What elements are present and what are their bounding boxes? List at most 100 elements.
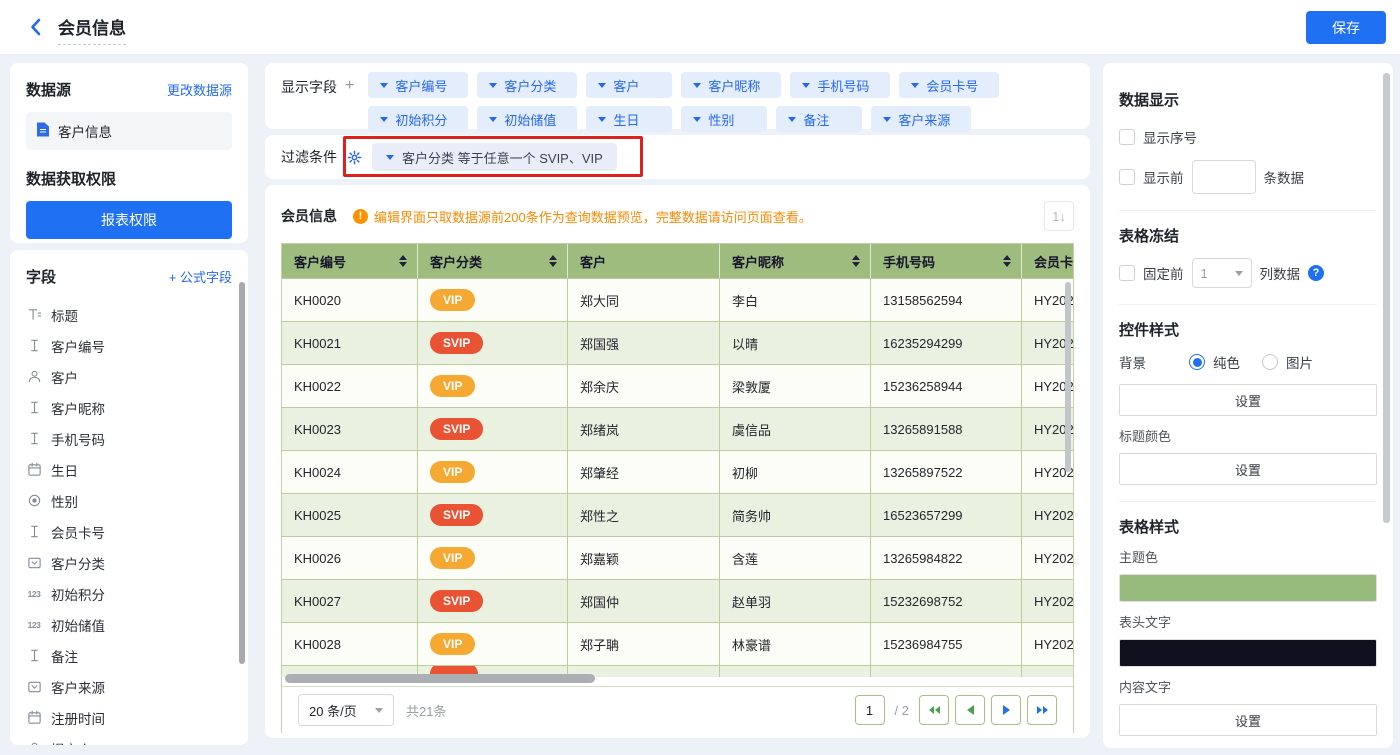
table-viewport: 客户编号 客户分类 客户 客户昵称 手机号码 会员卡号 KH0020 VIP 郑…	[282, 244, 1073, 686]
preview-notice: ! 编辑界面只取数据源前200条作为查询数据预览，完整数据请访问页面查看。	[353, 207, 812, 226]
change-datasource-link[interactable]: 更改数据源	[167, 80, 232, 99]
person-icon	[26, 741, 42, 745]
chevron-down-icon	[375, 707, 383, 713]
notice-text: 编辑界面只取数据源前200条作为查询数据预览，完整数据请访问页面查看。	[374, 209, 812, 225]
chevron-down-icon	[883, 116, 892, 122]
table-title: 会员信息	[281, 208, 337, 224]
header-text-color-swatch[interactable]	[1119, 639, 1377, 667]
number-icon: 123	[27, 619, 41, 630]
field-item-customer-code[interactable]: 客户编号	[10, 330, 248, 361]
filter-condition-text: 客户分类 等于任意一个 SVIP、VIP	[402, 150, 603, 166]
content-text-set-button[interactable]: 设置	[1119, 704, 1377, 736]
settings-scrollbar[interactable]	[1383, 73, 1390, 523]
field-chip[interactable]: 客户编号	[368, 72, 469, 98]
field-chip[interactable]: 备注	[776, 106, 863, 132]
double-chevron-left-icon	[928, 706, 934, 714]
show-first-checkbox[interactable]	[1119, 169, 1135, 185]
warning-icon: !	[353, 208, 368, 224]
field-item-customer[interactable]: 客户	[10, 361, 248, 392]
total-count: 共21条	[406, 703, 447, 719]
field-chip[interactable]: 会员卡号	[899, 72, 1000, 98]
solid-color-radio[interactable]	[1189, 354, 1205, 370]
field-chip[interactable]: 客户分类	[477, 72, 578, 98]
show-first-count-input[interactable]	[1191, 160, 1256, 194]
freeze-suffix: 列数据	[1259, 267, 1301, 282]
sort-order-icon[interactable]: 1↓	[1044, 201, 1074, 231]
theme-color-swatch[interactable]	[1119, 574, 1377, 602]
page-size-select[interactable]: 20 条/页	[298, 694, 394, 726]
field-chip[interactable]: 客户	[586, 72, 673, 98]
field-item-initial-stored-value[interactable]: 123 初始储值	[10, 609, 248, 640]
column-header-customer-category[interactable]: 客户分类	[418, 244, 568, 278]
field-item-remark[interactable]: 备注	[10, 640, 248, 671]
field-item-customer-category[interactable]: 客户分类	[10, 547, 248, 578]
field-chip[interactable]: 初始积分	[368, 106, 469, 132]
field-chip[interactable]: 性别	[681, 106, 768, 132]
table-row: KH0022 VIP 郑余庆 梁敦厦 15236258944 HY2022	[282, 364, 1073, 407]
show-first-prefix: 显示前	[1143, 171, 1184, 186]
field-item-initial-points[interactable]: 123 初始积分	[10, 578, 248, 609]
freeze-column-count-select[interactable]: 1	[1191, 258, 1252, 288]
fields-panel: 字段 + 公式字段 标题 客户编号 客户 客户昵称 手机号码 生日 性别 会员卡…	[10, 250, 248, 745]
add-display-field-button[interactable]: +	[345, 77, 354, 120]
category-badge: SVIP	[430, 418, 484, 440]
permission-title: 数据获取权限	[26, 171, 117, 188]
save-button[interactable]: 保存	[1306, 11, 1386, 44]
member-table-card: 会员信息 ! 编辑界面只取数据源前200条作为查询数据预览，完整数据请访问页面查…	[265, 185, 1090, 738]
field-item-birthday[interactable]: 生日	[10, 454, 248, 485]
field-item-nickname[interactable]: 客户昵称	[10, 392, 248, 423]
field-chip[interactable]: 初始储值	[477, 106, 578, 132]
vertical-scrollbar[interactable]	[1065, 282, 1071, 472]
field-chip[interactable]: 客户昵称	[681, 72, 782, 98]
column-header-customer[interactable]: 客户	[568, 244, 720, 278]
report-permission-button[interactable]: 报表权限	[26, 201, 232, 239]
align-label: 对齐方式	[1119, 746, 1377, 748]
previous-page-button[interactable]	[955, 695, 985, 725]
column-header-member-card[interactable]: 会员卡号	[1022, 244, 1073, 278]
horizontal-scrollbar[interactable]	[285, 674, 595, 683]
column-header-phone[interactable]: 手机号码	[871, 244, 1022, 278]
gear-icon[interactable]	[347, 150, 362, 165]
first-page-button[interactable]	[919, 695, 949, 725]
text-icon	[26, 431, 42, 447]
field-item-customer-source[interactable]: 客户来源	[10, 671, 248, 702]
table-row: KH0028 VIP 郑子聃 林豪谱 15236984755 HY2022	[282, 622, 1073, 665]
field-item-title[interactable]: 标题	[10, 299, 248, 330]
image-radio[interactable]	[1262, 354, 1278, 370]
help-icon[interactable]: ?	[1308, 265, 1324, 281]
chevron-down-icon	[489, 82, 498, 88]
category-badge: VIP	[430, 375, 476, 397]
show-index-checkbox[interactable]	[1119, 129, 1135, 145]
field-item-submitter[interactable]: 提交人	[10, 733, 248, 745]
settings-panel: 数据显示 显示序号 显示前 条数据 表格冻结 固定前 1 列数据 ? 控件样式 …	[1103, 63, 1393, 748]
field-chip[interactable]: 生日	[586, 106, 673, 132]
field-item-gender[interactable]: 性别	[10, 485, 248, 516]
next-page-button[interactable]	[991, 695, 1021, 725]
chevron-down-icon	[380, 82, 389, 88]
background-set-button[interactable]: 设置	[1119, 384, 1377, 416]
last-page-button[interactable]	[1027, 695, 1057, 725]
title-color-set-button[interactable]: 设置	[1119, 453, 1377, 485]
field-list: 标题 客户编号 客户 客户昵称 手机号码 生日 性别 会员卡号 客户分类 123…	[10, 299, 248, 745]
column-header-customer-code[interactable]: 客户编号	[282, 244, 418, 278]
field-chip[interactable]: 客户来源	[871, 106, 972, 132]
field-item-register-time[interactable]: 注册时间	[10, 702, 248, 733]
calendar-icon	[26, 710, 42, 726]
solid-color-label: 纯色	[1213, 356, 1240, 371]
field-item-phone[interactable]: 手机号码	[10, 423, 248, 454]
back-button[interactable]	[26, 16, 48, 38]
sort-icon	[852, 255, 860, 267]
column-header-nickname[interactable]: 客户昵称	[720, 244, 871, 278]
freeze-columns-checkbox[interactable]	[1119, 265, 1135, 281]
field-chip[interactable]: 手机号码	[790, 72, 891, 98]
theme-color-label: 主题色	[1119, 550, 1159, 565]
current-page-input[interactable]: 1	[854, 695, 885, 725]
datasource-item[interactable]: 客户信息	[26, 112, 232, 150]
field-item-member-card[interactable]: 会员卡号	[10, 516, 248, 547]
background-label: 背景	[1119, 356, 1146, 371]
fields-scrollbar[interactable]	[239, 282, 245, 664]
filter-condition-chip[interactable]: 客户分类 等于任意一个 SVIP、VIP	[372, 143, 617, 171]
title-color-label: 标题颜色	[1119, 429, 1172, 444]
add-formula-field-link[interactable]: + 公式字段	[169, 267, 232, 286]
content-text-label: 内容文字	[1119, 680, 1172, 695]
